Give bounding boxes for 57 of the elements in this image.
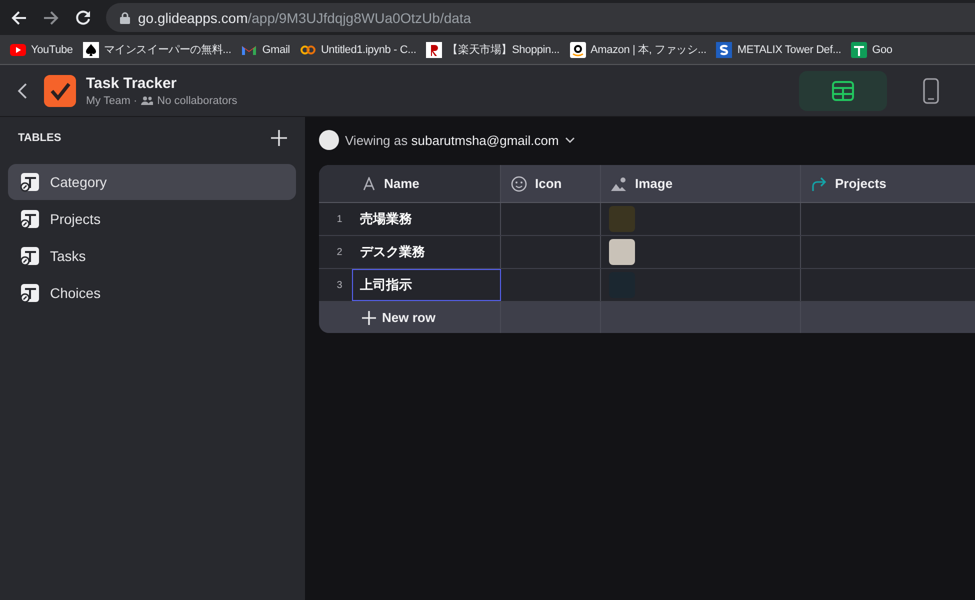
letter-a-icon [362,176,376,190]
chevron-down-icon[interactable] [564,137,575,143]
url-text: go.glideapps.com/app/9M3UJfdqjg8WUa0OtzUb/data [138,10,472,26]
team-name: My Team · [86,94,138,106]
table-cell[interactable]: 上司指示 [352,269,501,301]
column-header[interactable]: Name [384,176,420,191]
bookmark-link[interactable]: METALIX Tower Def... [737,44,842,56]
data-view-button[interactable] [799,70,887,110]
spade-icon [82,42,99,58]
table-icon [20,209,40,229]
sidebar-item[interactable]: Category [8,164,296,200]
column-header[interactable]: Icon [535,176,562,191]
photo-placeholder [609,239,635,265]
tables-heading: TABLES [18,132,62,144]
user-avatar [319,130,339,150]
viewing-as-text[interactable]: Viewing as subarutmsha@gmail.com [345,132,559,148]
bookmark-link[interactable]: Gmail [262,44,290,56]
letter-r-icon [426,42,442,58]
collaborators-text: No collaborators [157,94,238,106]
add-icon[interactable] [271,130,287,146]
column-header[interactable]: Projects [835,176,886,191]
app-logo-icon [44,74,76,106]
bookmark-link[interactable]: マインスイーパーの無料... [104,42,232,57]
sidebar-item[interactable]: Choices [8,275,296,311]
table-icon [20,246,40,266]
mountain-icon [611,176,627,192]
bookmark-link[interactable]: Untitled1.ipynb - C... [320,44,416,56]
phone-icon [923,78,939,104]
bookmark-link[interactable]: 【楽天市場】Shoppin... [447,42,560,57]
table-icon [20,172,40,192]
reload-icon[interactable] [74,8,92,26]
plus-icon [362,310,376,324]
row-number: 1 [336,214,342,224]
back-arrow-icon[interactable] [10,8,28,26]
table-icon [831,78,855,102]
sidebar-item[interactable]: Tasks [8,238,296,274]
new-row-button[interactable]: New row [352,302,436,333]
forward-arrow-icon[interactable] [42,8,60,26]
bookmark-link[interactable]: YouTube [31,44,73,56]
bookmark-link[interactable]: Goo [872,44,892,56]
app-title: Task Tracker [86,74,178,92]
curved-arrow-icon [811,176,827,192]
table-cell[interactable]: 売場業務 [352,203,501,235]
table-icon [20,283,40,303]
letter-s-icon [716,42,732,58]
smiley-icon [511,176,527,192]
people-icon [141,96,154,105]
photo-placeholder [609,206,635,232]
row-number: 2 [336,246,342,258]
sidebar-item[interactable]: Projects [8,201,296,237]
bookmark-link[interactable]: Amazon | 本, ファッシ... [590,42,706,57]
lock-icon [120,12,130,24]
address-bar[interactable]: go.glideapps.com/app/9M3UJfdqjg8WUa0OtzUb/data [106,3,975,32]
table-cell[interactable]: デスク業務 [352,236,501,268]
column-header[interactable]: Image [635,176,673,191]
play-icon [10,42,26,58]
row-number: 3 [336,280,342,290]
